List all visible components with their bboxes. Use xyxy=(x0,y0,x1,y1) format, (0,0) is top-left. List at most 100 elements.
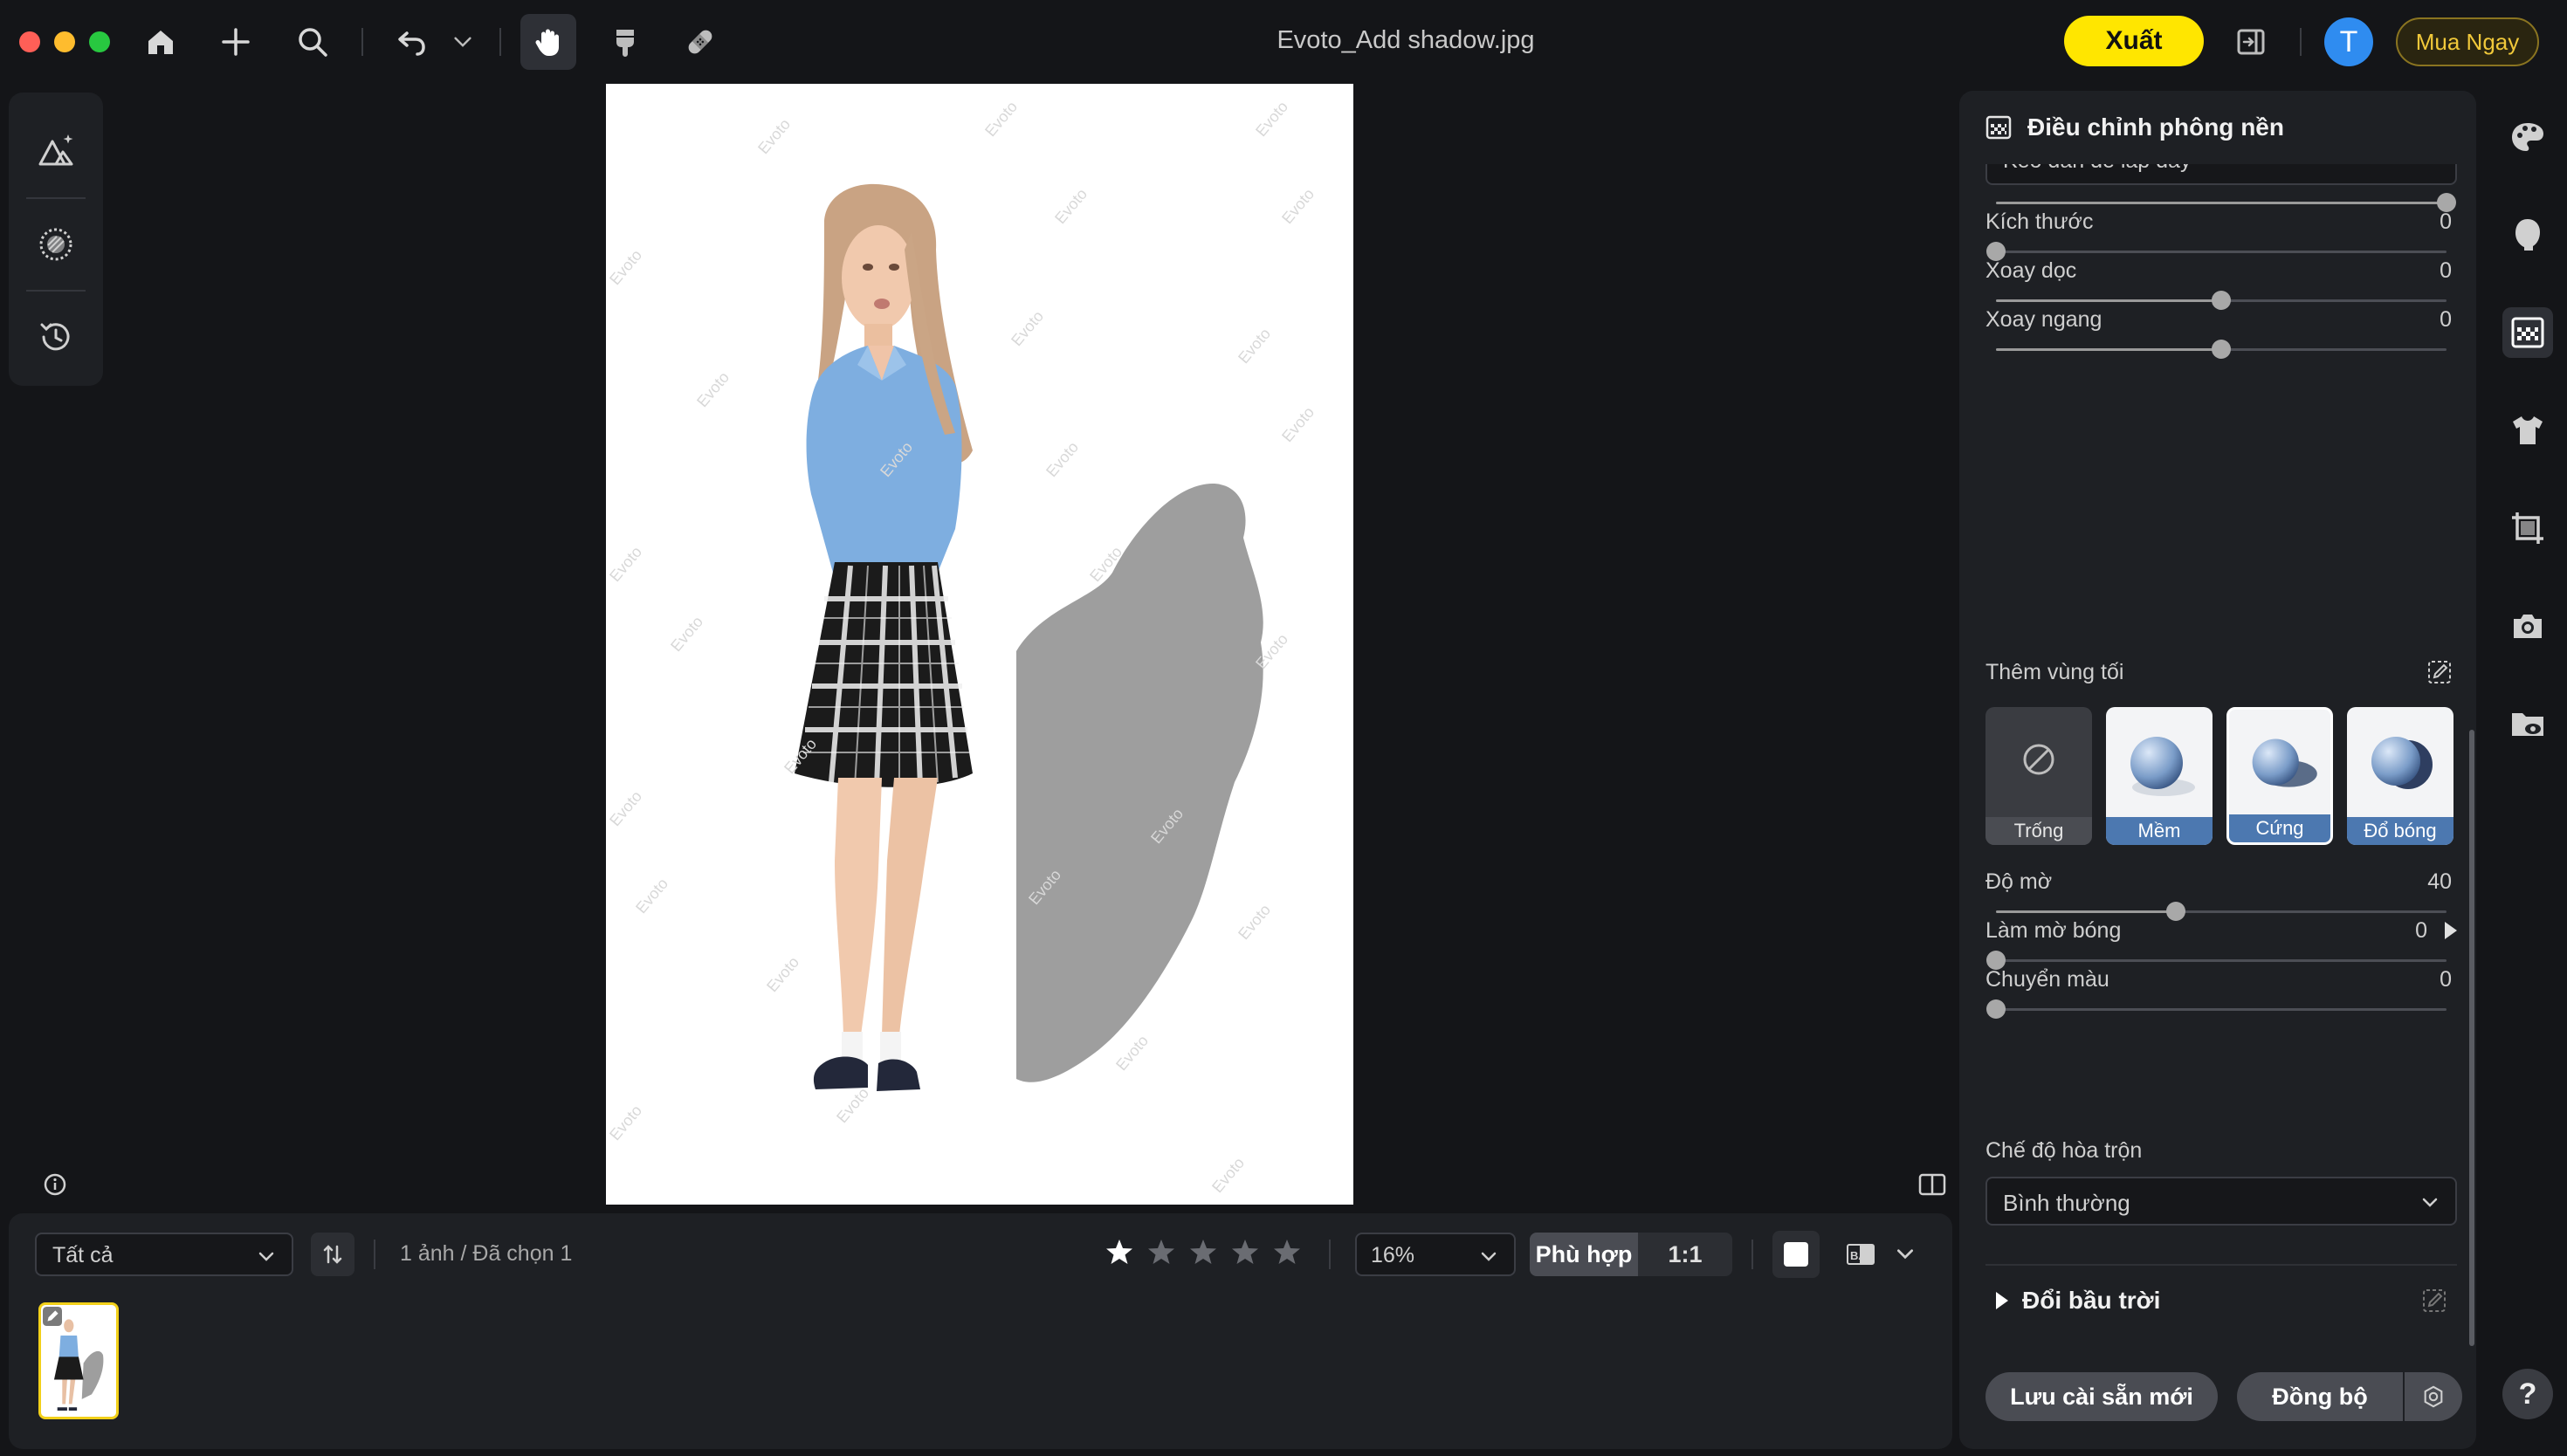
no-shadow-icon xyxy=(2023,744,2054,775)
zoom-mode-toggle: Phù hợp 1:1 xyxy=(1530,1233,1732,1276)
buy-now-button[interactable]: Mua Ngay xyxy=(2396,17,2539,66)
star-icon[interactable] xyxy=(1229,1236,1261,1267)
slider-chuyển-màu[interactable]: Chuyển màu 0 xyxy=(1985,967,2452,1028)
before-after-icon[interactable]: BA xyxy=(1846,1241,1875,1267)
export-button[interactable]: Xuất xyxy=(2064,16,2204,66)
panel-toggle-icon[interactable] xyxy=(2226,21,2275,63)
bar-separator xyxy=(374,1240,375,1269)
slider-label: Chuyển màu xyxy=(1985,967,2109,992)
adjust-mountain-icon[interactable] xyxy=(31,126,80,175)
toolbar-separator xyxy=(361,28,363,56)
undo-history-chevron-down-icon[interactable] xyxy=(440,21,485,63)
filter-dropdown-value: Tất cả xyxy=(52,1243,114,1267)
crop-icon[interactable] xyxy=(2502,503,2553,553)
slider-value: 0 xyxy=(2440,307,2452,332)
face-icon[interactable] xyxy=(2502,209,2553,260)
expand-triangle-icon xyxy=(1996,1292,2008,1309)
slider-value: 0 xyxy=(2440,258,2452,283)
shadow-type-label: Trống xyxy=(1985,817,2092,845)
folder-eye-icon[interactable] xyxy=(2502,698,2553,749)
slider-track[interactable] xyxy=(1996,193,2456,212)
window-title: Evoto_Add shadow.jpg xyxy=(1277,26,1535,54)
shadow-type-soft[interactable]: Mềm xyxy=(2106,707,2213,845)
slider-xoay-ngang[interactable]: Xoay ngang 0 xyxy=(1985,307,2452,368)
toolbar-separator xyxy=(499,28,501,56)
star-icon[interactable] xyxy=(1187,1236,1219,1267)
shadow-type-drop[interactable]: Đổ bóng xyxy=(2347,707,2453,845)
plus-icon[interactable] xyxy=(211,21,260,63)
search-icon[interactable] xyxy=(288,21,337,63)
slider-label: Kích thước xyxy=(1985,209,2094,234)
blend-mode-dropdown[interactable]: Bình thường xyxy=(1985,1177,2457,1226)
soft-shadow-sphere-icon xyxy=(2130,737,2195,796)
slider-handle[interactable] xyxy=(2212,340,2231,359)
home-icon[interactable] xyxy=(136,21,185,63)
zoom-dropdown[interactable]: 16% xyxy=(1355,1233,1516,1276)
slider-track[interactable] xyxy=(1986,999,2447,1019)
expand-triangle-icon[interactable] xyxy=(2445,922,2457,939)
history-icon[interactable] xyxy=(31,312,80,361)
camera-icon[interactable] xyxy=(2502,601,2553,651)
slider-track[interactable] xyxy=(1996,340,2447,359)
shadow-type-none[interactable]: Trống xyxy=(1985,707,2092,845)
finger-icon[interactable] xyxy=(601,21,650,63)
sync-settings-button[interactable] xyxy=(2405,1372,2462,1421)
sync-button[interactable]: Đồng bộ xyxy=(2237,1372,2403,1421)
window-minimize-button[interactable] xyxy=(54,31,75,52)
shirt-icon[interactable] xyxy=(2502,405,2553,456)
slider-fill xyxy=(1996,202,2447,204)
panel-header: Điều chỉnh phông nền xyxy=(1959,91,2476,164)
palette-icon[interactable] xyxy=(2502,112,2553,162)
shadow-type-hard[interactable]: Cứng xyxy=(2226,707,2333,845)
slider-value: 0 xyxy=(2415,918,2427,943)
star-icon[interactable] xyxy=(1146,1236,1177,1267)
edit-brush-icon[interactable] xyxy=(2420,1287,2448,1315)
slider-track[interactable] xyxy=(1986,951,2447,970)
slider-fill xyxy=(1996,299,2221,302)
bandage-icon[interactable] xyxy=(676,21,725,63)
panel-scrollbar[interactable] xyxy=(2469,730,2474,1346)
slider-handle[interactable] xyxy=(1986,999,2006,1019)
background-icon[interactable] xyxy=(2502,307,2553,358)
compare-view-icon[interactable] xyxy=(1917,1171,1947,1198)
undo-icon[interactable] xyxy=(388,21,437,63)
edited-badge-icon xyxy=(43,1307,62,1326)
sky-replace-section[interactable]: Đổi bầu trời xyxy=(1985,1278,2457,1327)
avatar[interactable]: T xyxy=(2324,17,2373,66)
mask-circle-icon[interactable] xyxy=(31,220,80,269)
thumbnail-selected[interactable] xyxy=(38,1302,119,1419)
app-window: Evoto_Add shadow.jpg Xuất T Mua Ngay Evo… xyxy=(0,0,2567,1456)
photo-canvas[interactable]: Evoto Evoto Evoto Evoto Evoto Evoto Evot… xyxy=(606,84,1353,1205)
chevron-down-icon[interactable] xyxy=(1895,1243,1916,1264)
hard-shadow-sphere-icon xyxy=(2252,738,2317,787)
slider-track[interactable] xyxy=(1986,242,2447,261)
blend-mode-label: Chế độ hòa trộn xyxy=(1985,1138,2143,1163)
tool-separator xyxy=(26,197,86,199)
shadow-type-label: Cứng xyxy=(2229,814,2330,842)
hand-icon[interactable] xyxy=(520,14,576,70)
slider-track[interactable] xyxy=(1996,291,2447,310)
chevron-down-icon xyxy=(1481,1252,1497,1261)
bar-separator xyxy=(1751,1240,1753,1269)
shadow-type-label: Đổ bóng xyxy=(2347,817,2453,845)
window-maximize-button[interactable] xyxy=(89,31,110,52)
window-close-button[interactable] xyxy=(19,31,40,52)
slider-fill xyxy=(1996,910,2177,913)
bar-separator xyxy=(1329,1240,1331,1269)
slider-label: Làm mờ bóng xyxy=(1985,918,2122,943)
sort-button[interactable] xyxy=(311,1233,354,1276)
edit-brush-icon[interactable] xyxy=(2426,658,2453,686)
zoom-dropdown-value: 16% xyxy=(1371,1243,1415,1267)
star-icon-filled[interactable] xyxy=(1104,1236,1135,1267)
fit-button[interactable]: Phù hợp xyxy=(1530,1233,1638,1276)
background-color-toggle[interactable] xyxy=(1772,1231,1820,1278)
slider-track[interactable] xyxy=(1996,902,2447,921)
save-preset-button[interactable]: Lưu cài sẵn mới xyxy=(1985,1372,2218,1421)
info-icon[interactable] xyxy=(42,1171,68,1198)
gear-icon xyxy=(2424,1385,2443,1408)
help-button[interactable]: ? xyxy=(2502,1369,2553,1419)
star-icon[interactable] xyxy=(1271,1236,1303,1267)
left-tool-strip xyxy=(9,93,103,386)
filter-dropdown[interactable]: Tất cả xyxy=(35,1233,293,1276)
one-to-one-button[interactable]: 1:1 xyxy=(1638,1233,1732,1276)
